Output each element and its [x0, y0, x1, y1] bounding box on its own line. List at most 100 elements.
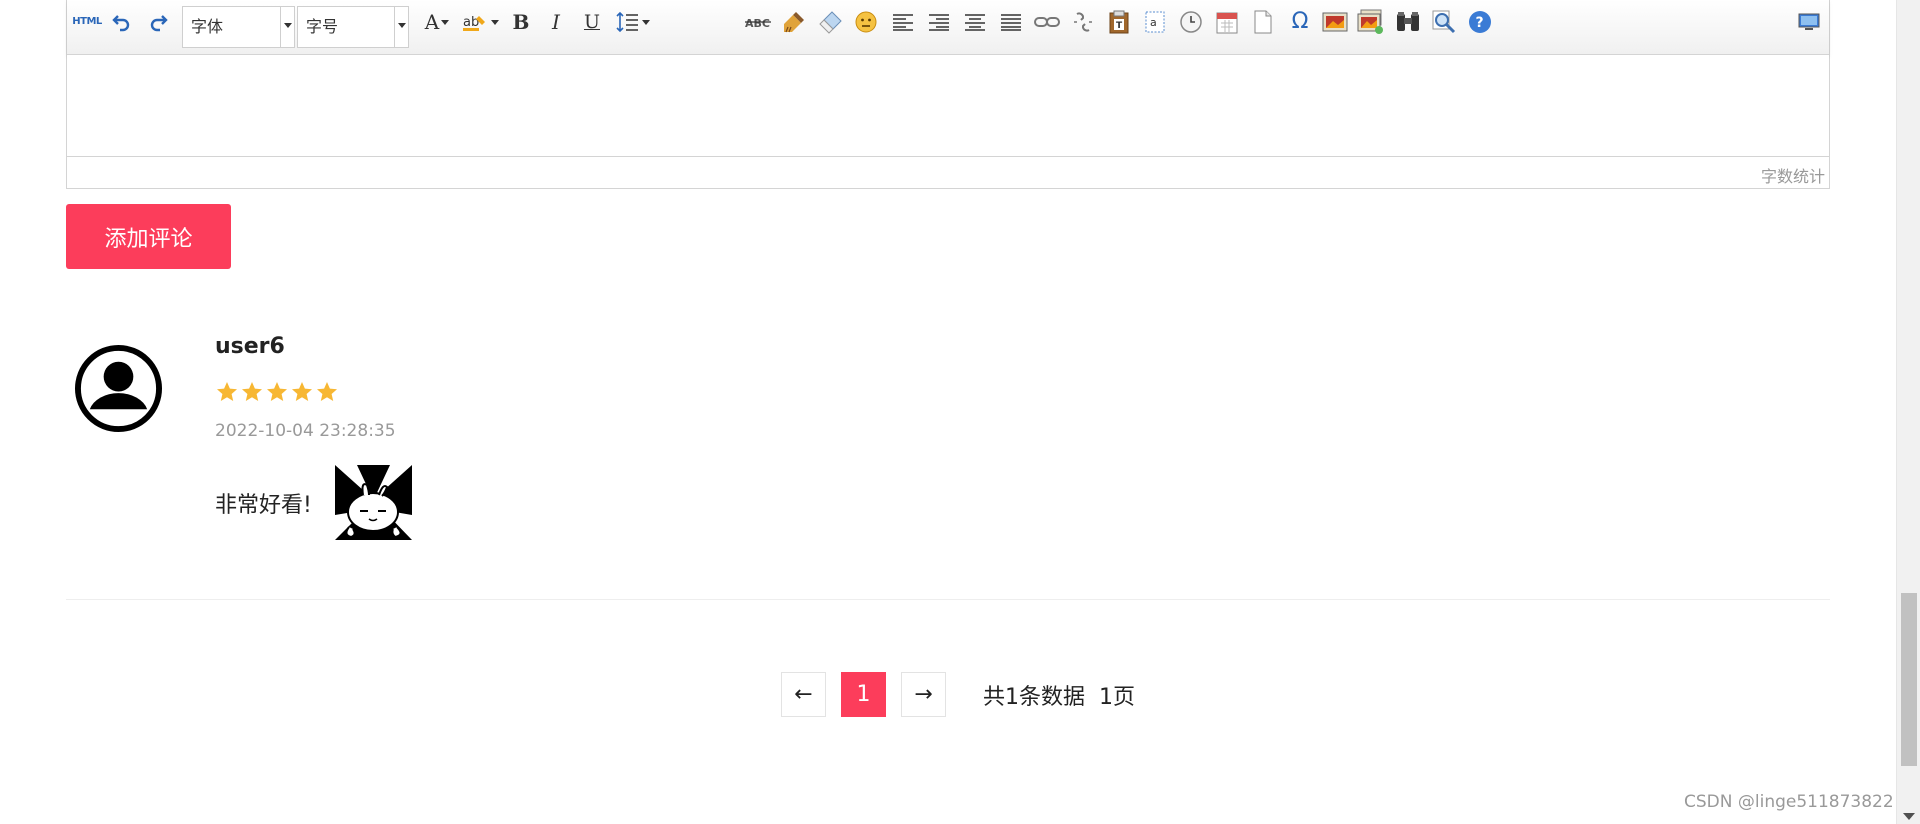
font-size-select[interactable]: 字号: [297, 6, 409, 48]
page-1-button[interactable]: 1: [841, 672, 886, 717]
comment-text: 非常好看!: [215, 493, 312, 518]
underline-icon: U: [583, 10, 600, 33]
avatar-icon: [74, 344, 163, 433]
binoculars-icon: [1397, 12, 1419, 31]
search-replace-button[interactable]: [1394, 8, 1422, 36]
monitor-icon: [1798, 13, 1820, 30]
insert-date-button[interactable]: [1213, 8, 1241, 36]
italic-button[interactable]: I: [542, 8, 570, 36]
page-scrollbar[interactable]: [1896, 0, 1920, 824]
scrollbar-thumb[interactable]: [1901, 593, 1917, 766]
arrow-right-icon: →: [914, 682, 933, 707]
unlink-icon: [1074, 12, 1092, 32]
eraser-icon: [819, 11, 842, 34]
paste-text-button[interactable]: T: [1105, 8, 1133, 36]
next-page-button[interactable]: →: [901, 672, 946, 717]
link-icon: [1034, 17, 1060, 27]
help-icon: ?: [1469, 11, 1491, 33]
redo-icon: [150, 15, 168, 32]
underline-button[interactable]: U: [578, 8, 606, 36]
highlight-button[interactable]: ab: [459, 8, 503, 36]
line-height-icon: [616, 11, 638, 33]
chevron-down-icon: [642, 19, 650, 25]
insert-frame-button[interactable]: a: [1141, 8, 1169, 36]
add-comment-button[interactable]: 添加评论: [66, 204, 231, 269]
bold-button[interactable]: B: [507, 8, 535, 36]
font-color-icon: A: [424, 10, 440, 34]
star-icon: [267, 382, 287, 401]
clipboard-icon: T: [1109, 10, 1129, 34]
insert-image-button[interactable]: [1321, 8, 1349, 36]
star-icon: [292, 382, 312, 401]
align-left-icon: [893, 14, 913, 31]
emoticon-image-icon: [335, 465, 412, 540]
anchor-icon: a: [1145, 11, 1165, 33]
bold-icon: B: [512, 10, 530, 34]
font-family-select[interactable]: 字体: [182, 6, 295, 48]
page-number: 1: [856, 682, 871, 707]
word-count-label: 字数统计: [1760, 167, 1825, 186]
italic-icon: I: [552, 10, 560, 34]
svg-text:T: T: [1116, 21, 1123, 31]
chevron-down-icon: [491, 19, 499, 25]
unlink-button[interactable]: [1069, 8, 1097, 36]
pagination-summary: 共1条数据 1页: [983, 685, 1135, 710]
calendar-icon: [1216, 12, 1238, 34]
strikethrough-icon: ABC: [745, 17, 771, 29]
magnifier-icon: [1432, 10, 1456, 34]
font-size-value: 字号: [306, 17, 339, 36]
image-icon: [1322, 12, 1348, 32]
preview-button[interactable]: [1430, 8, 1458, 36]
smiley-icon: [855, 11, 877, 33]
chevron-down-icon: [394, 7, 408, 47]
font-family-value: 字体: [191, 17, 224, 36]
comment-timestamp: 2022-10-04 23:28:35: [215, 421, 396, 441]
align-center-button[interactable]: [961, 8, 989, 36]
editor-content-area[interactable]: [67, 55, 1829, 156]
clear-format-button[interactable]: [817, 8, 845, 36]
align-justify-icon: [1001, 14, 1021, 31]
html-source-label: HTML: [72, 16, 102, 27]
prev-page-button[interactable]: ←: [781, 672, 826, 717]
rich-text-editor: HTML 字体 字号 A ab B I U ABC T a Ω ? 字数统计: [66, 0, 1830, 189]
line-height-button[interactable]: [613, 8, 653, 36]
fullscreen-button[interactable]: [1795, 8, 1823, 36]
align-right-icon: [929, 14, 949, 31]
undo-icon: [112, 15, 130, 32]
special-char-button[interactable]: Ω: [1286, 8, 1314, 36]
chevron-down-icon: [280, 7, 294, 47]
insert-multi-image-button[interactable]: [1357, 8, 1385, 36]
align-center-icon: [965, 14, 985, 31]
divider: [66, 599, 1830, 600]
format-painter-button[interactable]: [780, 8, 808, 36]
align-right-button[interactable]: [925, 8, 953, 36]
brush-icon: [784, 12, 804, 33]
html-source-button[interactable]: HTML: [72, 8, 102, 36]
help-button[interactable]: ?: [1466, 8, 1494, 36]
align-justify-button[interactable]: [997, 8, 1025, 36]
strikethrough-button[interactable]: ABC: [744, 8, 772, 36]
page-break-button[interactable]: [1249, 8, 1277, 36]
comment-username: user6: [215, 334, 285, 359]
undo-button[interactable]: [108, 8, 136, 36]
emotion-button[interactable]: [852, 8, 880, 36]
arrow-left-icon: ←: [794, 682, 813, 707]
align-left-button[interactable]: [889, 8, 917, 36]
clock-icon: [1180, 11, 1202, 33]
redo-button[interactable]: [144, 8, 172, 36]
star-icon: [242, 382, 262, 401]
add-comment-label: 添加评论: [104, 226, 193, 252]
gallery-icon: [1357, 9, 1383, 34]
font-color-button[interactable]: A: [417, 8, 457, 36]
link-button[interactable]: [1033, 8, 1061, 36]
document-icon: [1254, 10, 1272, 34]
star-icon: [217, 382, 237, 401]
insert-time-button[interactable]: [1177, 8, 1205, 36]
svg-text:ab: ab: [463, 15, 479, 30]
scroll-down-arrow-icon[interactable]: [1903, 813, 1915, 820]
watermark: CSDN @linge511873822: [1684, 792, 1894, 812]
svg-text:a: a: [1150, 16, 1157, 29]
star-icon: [317, 382, 337, 401]
rating-stars: [215, 380, 339, 408]
svg-text:ABC: ABC: [745, 17, 770, 29]
